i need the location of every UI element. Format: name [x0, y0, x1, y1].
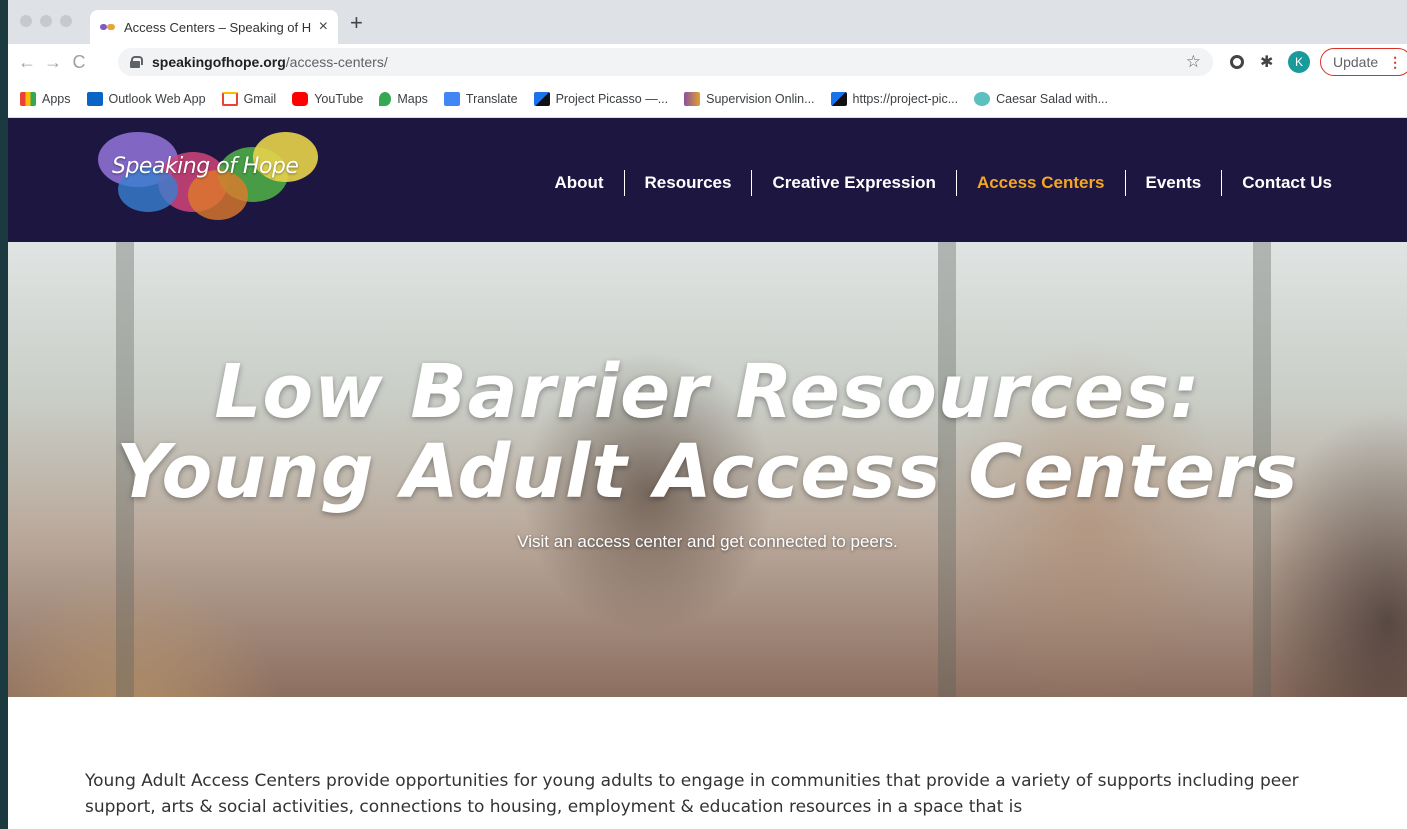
url-path: /access-centers/ — [285, 54, 388, 70]
nav-item-contact-us[interactable]: Contact Us — [1221, 170, 1352, 196]
reload-button[interactable]: C — [66, 52, 92, 73]
extension-circle-icon[interactable] — [1230, 55, 1244, 69]
hero-subtitle: Visit an access center and get connected… — [517, 532, 898, 551]
tab-strip: Access Centers – Speaking of H × + — [8, 0, 1407, 44]
profile-avatar[interactable]: K — [1288, 51, 1310, 73]
bookmark-item[interactable]: Outlook Web App — [86, 91, 206, 106]
back-button[interactable]: ← — [14, 52, 40, 73]
outlook-icon — [86, 91, 103, 106]
supervision-icon — [684, 91, 701, 106]
bookmark-item[interactable]: YouTube — [292, 91, 363, 106]
hero-title-line1: Low Barrier Resources: — [214, 349, 1201, 435]
update-label: Update — [1333, 54, 1379, 70]
logo-text: Speaking of Hope — [112, 154, 299, 179]
bookmark-item[interactable]: https://project-pic... — [830, 91, 958, 106]
apps-grid-icon — [20, 91, 36, 106]
nav-item-resources[interactable]: Resources — [623, 170, 752, 196]
bookmark-star-icon[interactable]: ☆ — [1186, 52, 1201, 72]
maps-pin-icon — [379, 91, 392, 106]
url-domain: speakingofhope.org — [152, 54, 286, 70]
picasso-icon — [533, 91, 550, 106]
new-tab-button[interactable]: + — [350, 12, 363, 34]
browser-toolbar: ← → C speakingofhope.org/access-centers/… — [8, 44, 1407, 80]
bookmark-item[interactable]: Maps — [379, 91, 428, 106]
browser-window: Access Centers – Speaking of H × + ← → C… — [8, 0, 1407, 829]
address-bar[interactable]: speakingofhope.org/access-centers/ ☆ — [118, 48, 1213, 76]
nav-item-access-centers[interactable]: Access Centers — [955, 170, 1125, 196]
window-controls — [20, 15, 72, 27]
translate-icon — [443, 91, 460, 106]
forward-button[interactable]: → — [40, 52, 66, 73]
nav-item-creative-expression[interactable]: Creative Expression — [751, 170, 955, 196]
intro-paragraph: Young Adult Access Centers provide oppor… — [85, 771, 1299, 817]
picasso-icon — [830, 91, 847, 106]
nav-item-events[interactable]: Events — [1124, 170, 1222, 196]
salad-icon — [974, 91, 991, 106]
site-logo[interactable]: Speaking of Hope — [88, 132, 328, 232]
extensions-puzzle-icon[interactable]: ✱ — [1260, 52, 1273, 72]
close-window-button[interactable] — [20, 15, 32, 27]
bookmarks-bar: Apps Outlook Web App Gmail YouTube Maps … — [8, 80, 1407, 118]
hero-banner: Low Barrier Resources: Young Adult Acces… — [8, 242, 1407, 697]
update-button[interactable]: Update ⋮ — [1320, 48, 1407, 76]
browser-tab[interactable]: Access Centers – Speaking of H × — [90, 10, 338, 44]
bookmark-item[interactable]: Translate — [443, 91, 518, 106]
youtube-icon — [292, 91, 309, 106]
bookmark-item[interactable]: Caesar Salad with... — [974, 91, 1108, 106]
bookmark-item[interactable]: Apps — [20, 91, 71, 106]
site-nav: About Resources Creative Expression Acce… — [534, 170, 1352, 196]
nav-item-about[interactable]: About — [534, 170, 623, 196]
hero-title-line2: Young Adult Access Centers — [116, 429, 1299, 515]
menu-dots-icon: ⋮ — [1388, 53, 1403, 70]
bookmark-item[interactable]: Project Picasso —... — [533, 91, 668, 106]
lock-icon[interactable] — [130, 56, 143, 68]
gmail-icon — [221, 91, 238, 106]
tab-title: Access Centers – Speaking of H — [124, 19, 312, 35]
minimize-window-button[interactable] — [40, 15, 52, 27]
bookmark-item[interactable]: Supervision Onlin... — [684, 91, 815, 106]
site-favicon-icon — [100, 22, 116, 32]
bookmark-item[interactable]: Gmail — [221, 91, 276, 106]
site-header: Speaking of Hope About Resources Creativ… — [8, 118, 1407, 242]
maximize-window-button[interactable] — [60, 15, 72, 27]
tab-close-icon[interactable]: × — [319, 18, 328, 36]
